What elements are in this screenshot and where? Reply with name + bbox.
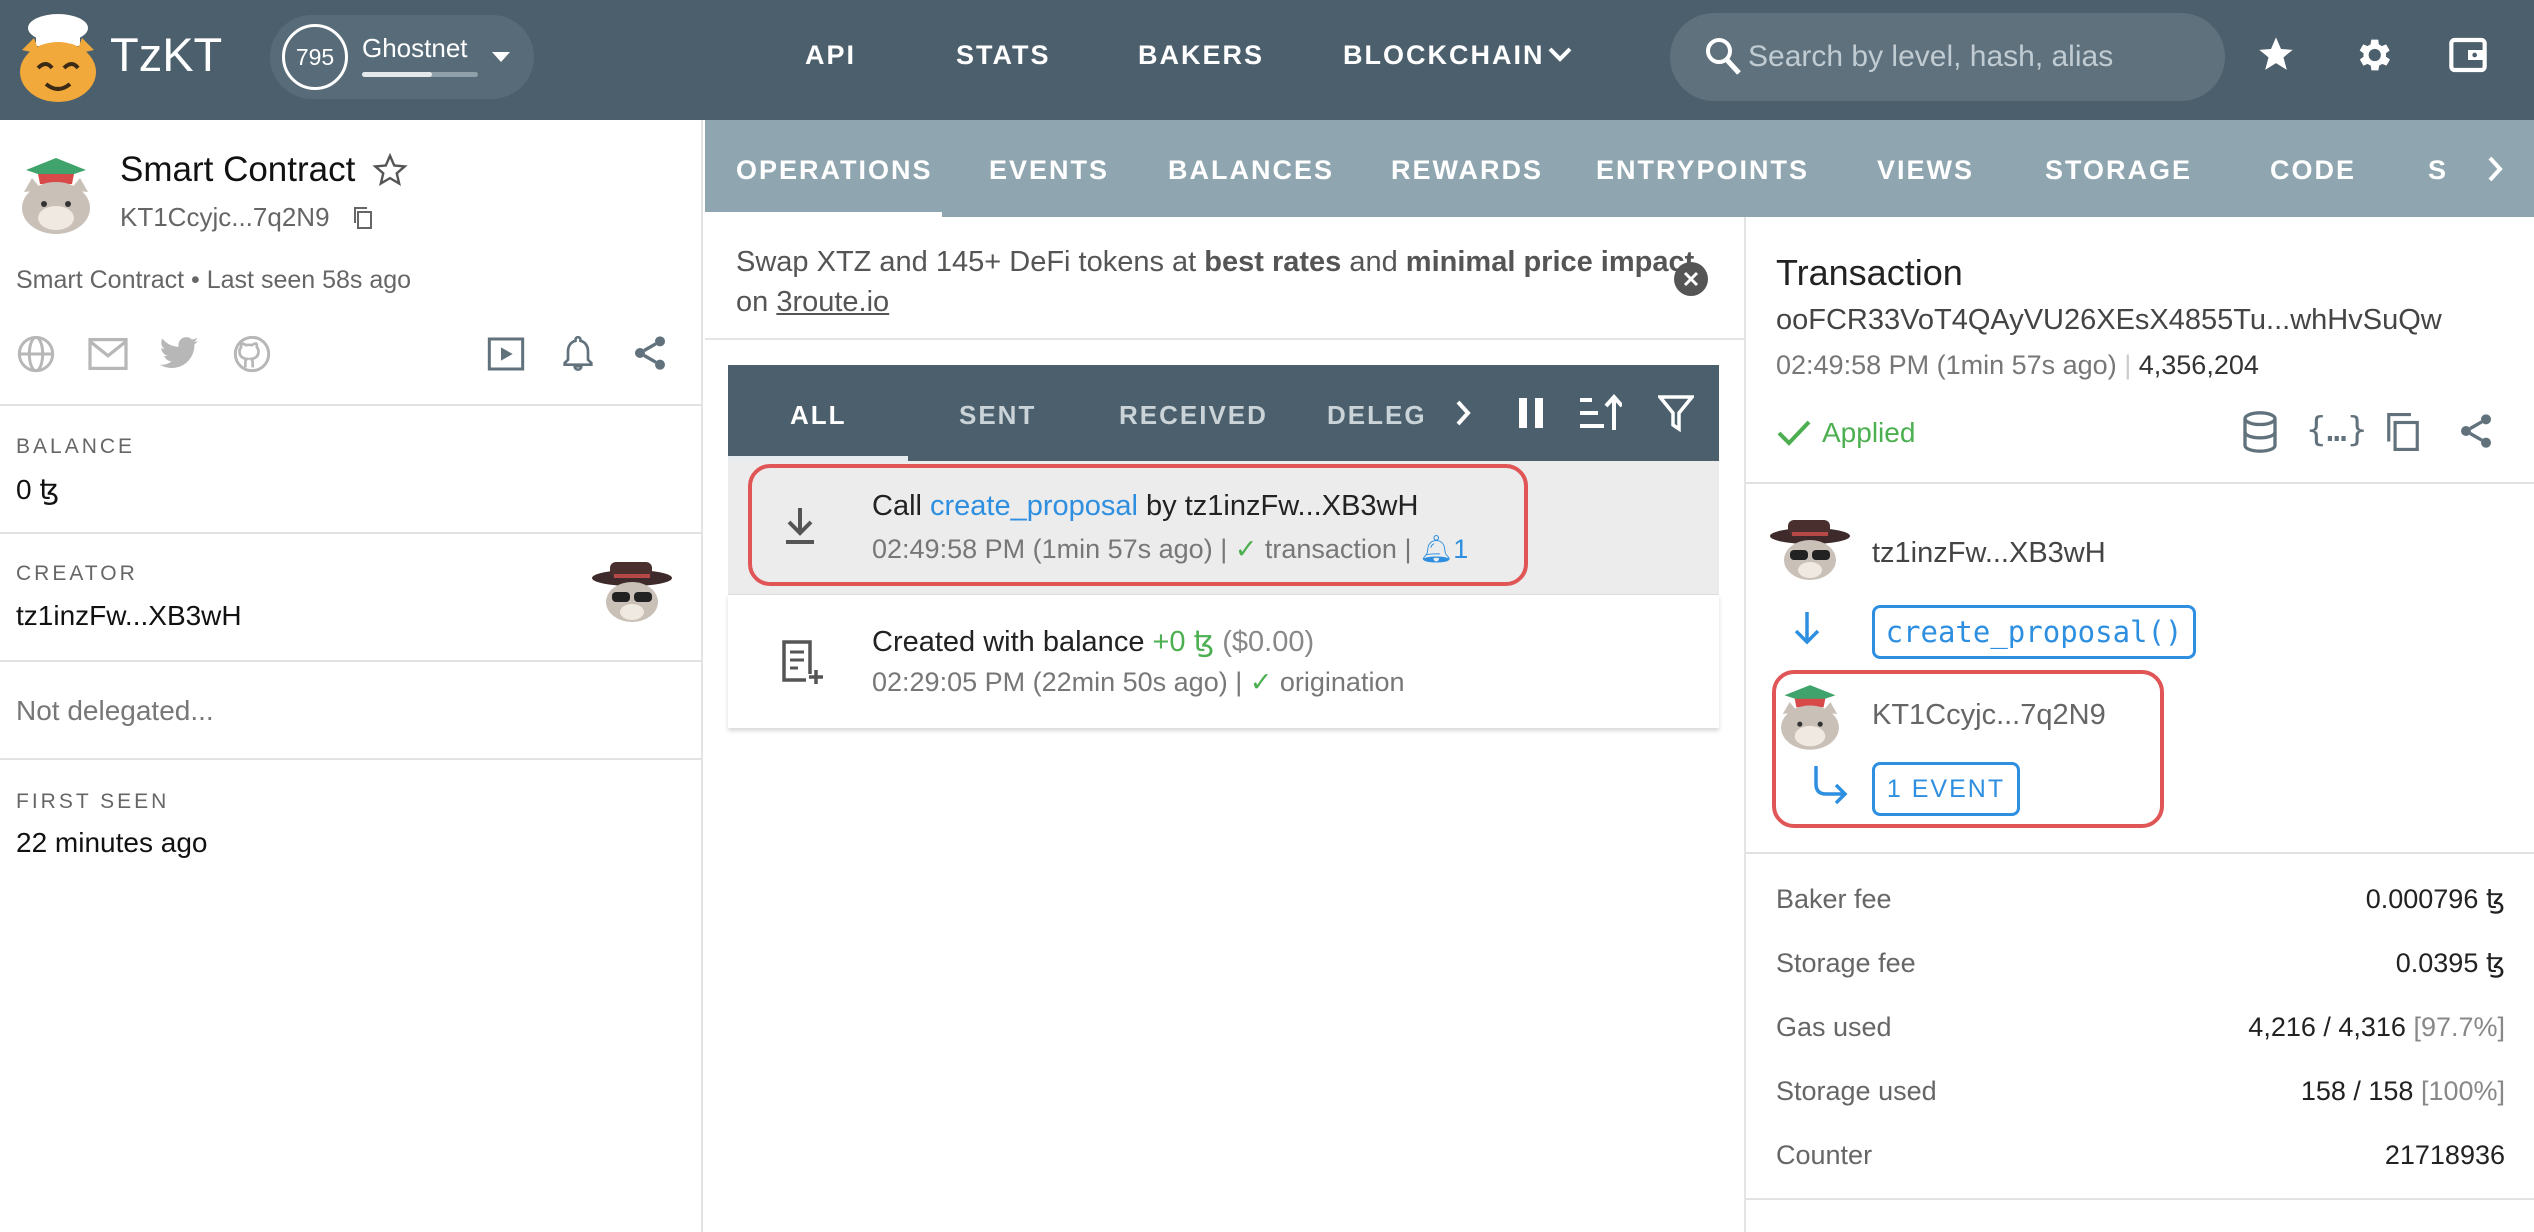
delegation-status: Not delegated...	[16, 695, 214, 726]
tab-storage[interactable]: STORAGE	[2045, 155, 2192, 186]
database-icon[interactable]	[2240, 410, 2280, 454]
pause-icon[interactable]	[1516, 396, 1546, 430]
detail-title: Transaction	[1776, 252, 1963, 293]
search-icon	[1704, 36, 1742, 76]
gas-used-label: Gas used	[1776, 1012, 1892, 1042]
arrow-down-icon	[1792, 610, 1822, 646]
filter-icon[interactable]	[1658, 394, 1694, 432]
divider	[0, 532, 703, 534]
contract-avatar	[16, 148, 96, 236]
nav-stats[interactable]: STATS	[956, 40, 1051, 71]
github-icon[interactable]	[232, 334, 272, 374]
close-icon[interactable]	[1674, 262, 1708, 296]
first-seen-label: FIRST SEEN	[16, 790, 170, 813]
bell-icon[interactable]	[558, 332, 598, 374]
check-icon	[1776, 418, 1812, 448]
counter-value: 21718936	[2384, 1140, 2505, 1170]
star-icon[interactable]	[2256, 34, 2296, 74]
chevron-right-icon[interactable]	[2484, 154, 2506, 184]
nav-api[interactable]: API	[805, 40, 856, 71]
gear-icon[interactable]	[2352, 34, 2394, 76]
mail-icon[interactable]	[86, 336, 130, 372]
network-level-badge: 795	[282, 24, 348, 90]
divider	[1746, 852, 2534, 854]
storage-used-label: Storage used	[1776, 1076, 1937, 1106]
tab-events[interactable]: EVENTS	[989, 155, 1109, 186]
first-seen-value: 22 minutes ago	[16, 827, 208, 858]
panel-divider	[1744, 217, 1746, 1232]
chevron-down-icon[interactable]	[490, 50, 512, 64]
tab-s[interactable]: S	[2428, 155, 2448, 186]
gas-used-value: 4,216 / 4,316 [97.7%]	[2248, 1012, 2505, 1042]
balance-value: 0 ꜩ	[16, 474, 60, 505]
tab-code[interactable]: CODE	[2270, 155, 2356, 186]
subtab-sent[interactable]: SENT	[959, 400, 1036, 431]
divider	[1746, 1198, 2534, 1200]
operation-row[interactable]	[728, 594, 1719, 728]
nav-blockchain[interactable]: BLOCKCHAIN	[1343, 40, 1545, 71]
contract-address: KT1Ccyjc...7q2N9	[120, 202, 330, 232]
baker-fee-value: 0.000796 ꜩ	[2365, 884, 2505, 914]
twitter-icon[interactable]	[158, 336, 200, 372]
tab-operations[interactable]: OPERATIONS	[736, 155, 933, 186]
storage-fee-label: Storage fee	[1776, 948, 1916, 978]
subtab-received[interactable]: RECEIVED	[1119, 400, 1268, 431]
copy-icon[interactable]	[352, 206, 374, 230]
document-add-icon	[780, 638, 824, 684]
creator-label: CREATOR	[16, 562, 138, 585]
divider	[0, 404, 703, 406]
chevron-right-icon[interactable]	[1452, 398, 1474, 428]
divider	[705, 338, 1744, 340]
3route-link[interactable]: 3route.io	[776, 286, 889, 318]
storage-fee-value: 0.0395 ꜩ	[2395, 948, 2505, 978]
sort-icon[interactable]	[1578, 394, 1622, 432]
highlight-box	[748, 464, 1528, 586]
divider	[0, 758, 703, 760]
divider	[1746, 482, 2534, 484]
page-title: Smart Contract	[120, 150, 356, 189]
share-icon[interactable]	[630, 332, 670, 374]
contract-subtitle: Smart Contract • Last seen 58s ago	[16, 266, 412, 294]
chevron-down-icon[interactable]	[1547, 46, 1573, 64]
sender-address[interactable]: tz1inzFw...XB3wH	[1872, 537, 2106, 570]
tab-rewards[interactable]: REWARDS	[1391, 155, 1543, 186]
baker-fee-label: Baker fee	[1776, 884, 1892, 914]
tab-entrypoints[interactable]: ENTRYPOINTS	[1596, 155, 1809, 186]
subtab-delegations[interactable]: DELEG	[1327, 400, 1427, 431]
status-badge: Applied	[1822, 417, 1916, 448]
search-input[interactable]: Search by level, hash, alias	[1748, 40, 2113, 74]
logo-text[interactable]: TzKT	[110, 27, 222, 82]
tab-views[interactable]: VIEWS	[1877, 155, 1974, 186]
network-name[interactable]: Ghostnet	[362, 33, 468, 64]
subtab-all[interactable]: ALL	[790, 400, 847, 431]
sender-avatar[interactable]	[1768, 516, 1852, 586]
json-icon[interactable]: {…}	[2306, 410, 2367, 450]
creator-avatar[interactable]	[590, 558, 674, 628]
storage-used-value: 158 / 158 [100%]	[2300, 1076, 2505, 1106]
globe-icon[interactable]	[16, 334, 56, 374]
wallet-icon[interactable]	[2448, 36, 2488, 74]
highlight-box	[1772, 670, 2164, 828]
network-progress-fill	[362, 72, 432, 77]
counter-label: Counter	[1776, 1140, 1873, 1170]
star-outline-icon[interactable]	[372, 152, 408, 188]
block-level-link[interactable]: 4,356,204	[2139, 350, 2259, 380]
operation-title: Created with balance +0 ꜩ ($0.00)	[872, 626, 1315, 658]
transaction-hash[interactable]: ooFCR33VoT4QAyVU26XEsX4855Tu...whHvSuQw	[1776, 304, 2442, 337]
divider	[0, 660, 703, 662]
tab-balances[interactable]: BALANCES	[1168, 155, 1334, 186]
entrypoint-chip[interactable]: create_proposal()	[1872, 605, 2196, 659]
operation-meta: 02:29:05 PM (22min 50s ago) | ✓ originat…	[872, 667, 1405, 697]
tzkt-logo-icon[interactable]	[14, 10, 102, 106]
nav-bakers[interactable]: BAKERS	[1138, 40, 1264, 71]
share-icon[interactable]	[2456, 410, 2496, 452]
promo-banner-text: Swap XTZ and 145+ DeFi tokens at best ra…	[736, 246, 1695, 318]
play-video-icon[interactable]	[486, 334, 526, 374]
transaction-time: 02:49:58 PM (1min 57s ago) | 4,356,204	[1776, 350, 2259, 380]
tab-active-indicator	[705, 212, 942, 217]
creator-address-link[interactable]: tz1inzFw...XB3wH	[16, 600, 242, 632]
copy-icon[interactable]	[2384, 410, 2422, 454]
balance-label: BALANCE	[16, 435, 136, 458]
